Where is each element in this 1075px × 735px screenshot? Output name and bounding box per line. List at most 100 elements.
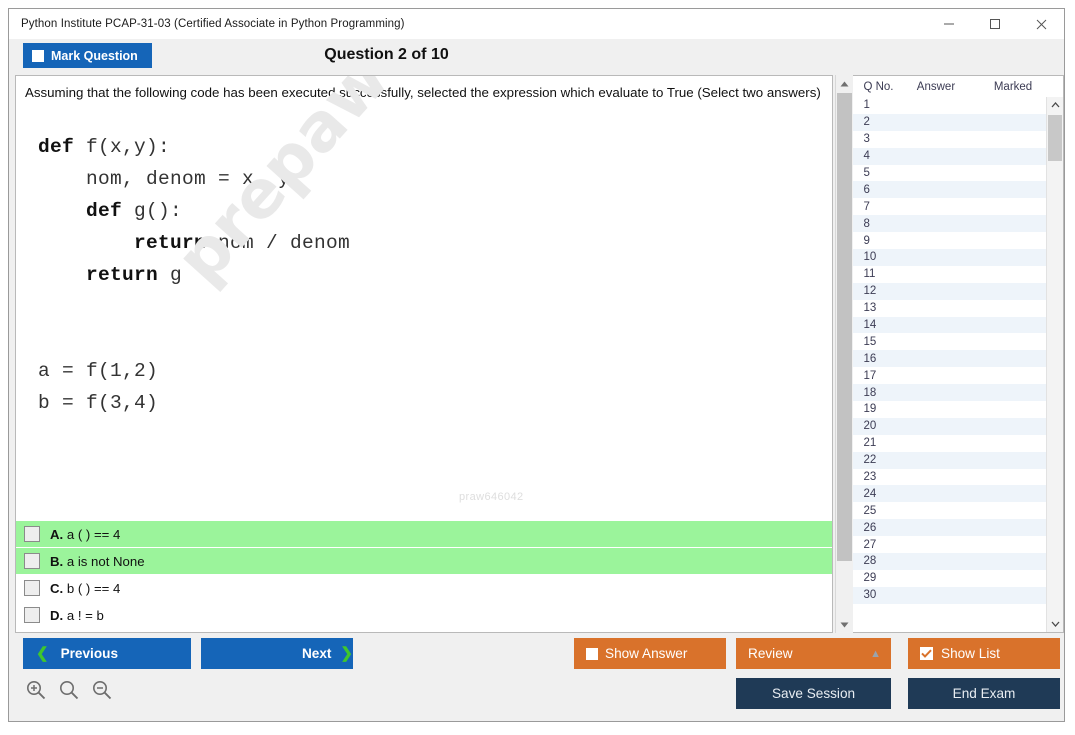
next-button[interactable]: Next ❯	[201, 638, 353, 669]
question-list-row[interactable]: 28	[853, 553, 1046, 570]
end-exam-label: End Exam	[953, 686, 1016, 701]
question-header-bar: Mark Question Question 2 of 10	[9, 39, 1064, 75]
question-list-row[interactable]: 8	[853, 215, 1046, 232]
code-snippet: def f(x,y): nom, denom = x, y def g(): r…	[38, 132, 350, 420]
question-row-number: 16	[863, 353, 911, 365]
question-list-row[interactable]: 4	[853, 148, 1046, 165]
question-row-number: 13	[863, 302, 911, 314]
answer-option-b[interactable]: B. a is not None	[16, 548, 832, 574]
answer-option-d[interactable]: D. a ! = b	[16, 602, 832, 628]
question-list-row[interactable]: 26	[853, 519, 1046, 536]
scroll-down-icon[interactable]	[836, 616, 853, 633]
question-list-row[interactable]: 12	[853, 283, 1046, 300]
question-list-row[interactable]: 15	[853, 333, 1046, 350]
code-line: nom, denom = x, y	[38, 164, 350, 196]
question-list-row[interactable]: 14	[853, 317, 1046, 334]
question-row-number: 18	[863, 387, 911, 399]
question-list-row[interactable]: 20	[853, 418, 1046, 435]
question-row-number: 3	[863, 133, 911, 145]
minimize-icon[interactable]	[926, 9, 972, 39]
show-answer-checkbox[interactable]	[586, 648, 598, 660]
show-list-checkbox[interactable]	[920, 647, 933, 660]
question-list-row[interactable]: 23	[853, 469, 1046, 486]
question-text: Assuming that the following code has bee…	[25, 83, 825, 102]
code-line: return g	[38, 260, 350, 292]
list-scroll-up-icon[interactable]	[1047, 97, 1063, 113]
question-list-row[interactable]: 27	[853, 536, 1046, 553]
previous-button-label: Previous	[49, 646, 118, 661]
review-dropdown[interactable]: Review ▲	[736, 638, 891, 669]
page-scrollbar[interactable]	[835, 75, 853, 633]
show-answer-button[interactable]: Show Answer	[574, 638, 726, 669]
question-list-row[interactable]: 1	[853, 97, 1046, 114]
question-row-number: 14	[863, 319, 911, 331]
question-row-number: 26	[863, 522, 911, 534]
show-list-button[interactable]: Show List	[908, 638, 1060, 669]
question-row-number: 15	[863, 336, 911, 348]
question-row-number: 17	[863, 370, 911, 382]
chevron-left-icon: ❮	[36, 646, 49, 661]
question-list-row[interactable]: 30	[853, 587, 1046, 604]
title-bar: Python Institute PCAP-31-03 (Certified A…	[9, 9, 1064, 39]
zoom-reset-icon[interactable]	[58, 679, 80, 701]
exam-window: Python Institute PCAP-31-03 (Certified A…	[8, 8, 1065, 722]
question-content-pane: Assuming that the following code has bee…	[15, 75, 833, 633]
zoom-in-icon[interactable]	[25, 679, 47, 701]
column-header-answer: Answer	[917, 81, 994, 93]
question-list-row[interactable]: 10	[853, 249, 1046, 266]
question-list-row[interactable]: 19	[853, 401, 1046, 418]
question-list-row[interactable]: 5	[853, 165, 1046, 182]
zoom-out-icon[interactable]	[91, 679, 113, 701]
question-row-number: 10	[863, 251, 911, 263]
question-row-number: 9	[863, 235, 911, 247]
question-list-row[interactable]: 7	[853, 198, 1046, 215]
question-list-row[interactable]: 24	[853, 485, 1046, 502]
answer-option-c[interactable]: C. b ( ) == 4	[16, 575, 832, 601]
question-list-row[interactable]: 21	[853, 435, 1046, 452]
window-title: Python Institute PCAP-31-03 (Certified A…	[9, 18, 405, 30]
question-row-number: 4	[863, 150, 911, 162]
scroll-up-icon[interactable]	[836, 75, 853, 92]
maximize-icon[interactable]	[972, 9, 1018, 39]
question-list-row[interactable]: 6	[853, 181, 1046, 198]
chevron-right-icon: ❯	[340, 646, 353, 661]
answer-option-checkbox[interactable]	[24, 526, 40, 542]
answer-option-checkbox[interactable]	[24, 607, 40, 623]
end-exam-button[interactable]: End Exam	[908, 678, 1060, 709]
question-list-body: 1234567891011121314151617181920212223242…	[853, 97, 1063, 632]
chevron-up-icon: ▲	[870, 648, 881, 660]
question-list-row[interactable]: 13	[853, 300, 1046, 317]
question-list-row[interactable]: 16	[853, 350, 1046, 367]
question-counter: Question 2 of 10	[9, 46, 1064, 64]
list-scroll-down-icon[interactable]	[1047, 616, 1063, 632]
question-row-number: 29	[863, 572, 911, 584]
question-list-row[interactable]: 9	[853, 232, 1046, 249]
question-list-row[interactable]: 22	[853, 452, 1046, 469]
save-session-button[interactable]: Save Session	[736, 678, 891, 709]
question-rows-container: 1234567891011121314151617181920212223242…	[853, 97, 1046, 632]
page-scrollbar-thumb[interactable]	[837, 93, 852, 561]
question-row-number: 27	[863, 539, 911, 551]
question-list-row[interactable]: 29	[853, 570, 1046, 587]
answer-option-label: C. b ( ) == 4	[50, 581, 120, 596]
answer-option-label: A. a ( ) == 4	[50, 527, 120, 542]
code-line: def f(x,y):	[38, 132, 350, 164]
question-list-scrollbar[interactable]	[1046, 97, 1063, 632]
question-list-row[interactable]: 11	[853, 266, 1046, 283]
question-list-row[interactable]: 3	[853, 131, 1046, 148]
answer-option-a[interactable]: A. a ( ) == 4	[16, 521, 832, 547]
question-list-row[interactable]: 2	[853, 114, 1046, 131]
answer-option-label: B. a is not None	[50, 554, 145, 569]
question-list-row[interactable]: 25	[853, 502, 1046, 519]
question-list-row[interactable]: 18	[853, 384, 1046, 401]
question-list-panel: Q No. Answer Marked 12345678910111213141…	[853, 75, 1064, 633]
question-row-number: 22	[863, 454, 911, 466]
question-row-number: 6	[863, 184, 911, 196]
answer-option-checkbox[interactable]	[24, 580, 40, 596]
previous-button[interactable]: ❮ Previous	[23, 638, 191, 669]
code-line: def g():	[38, 196, 350, 228]
question-list-row[interactable]: 17	[853, 367, 1046, 384]
close-icon[interactable]	[1018, 9, 1064, 39]
answer-option-checkbox[interactable]	[24, 553, 40, 569]
question-list-scrollbar-thumb[interactable]	[1048, 115, 1062, 161]
